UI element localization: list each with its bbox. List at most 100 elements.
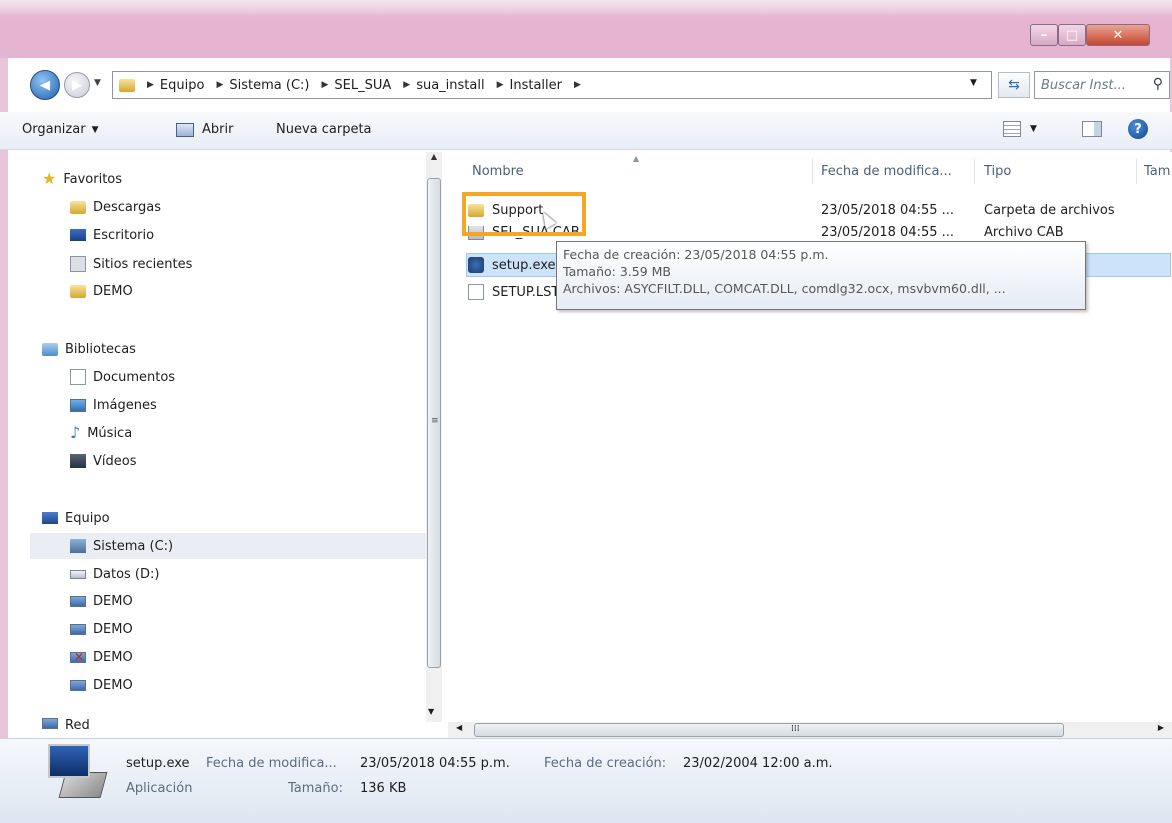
preview-pane-icon[interactable] [1082,121,1102,137]
file-list-horizontal-scrollbar[interactable]: ◀ ⁞⁞⁞ ▶ [448,722,1172,738]
chevron-right-icon[interactable]: ▶ [574,80,581,90]
nav-item-label: Música [87,425,133,441]
nav-item-descargas[interactable]: Descargas [70,196,161,218]
address-history-dropdown[interactable]: ▼ [970,78,977,88]
file-icon [468,284,484,300]
breadcrumb-installer[interactable]: Installer [510,78,562,93]
scroll-up-icon[interactable]: ▲ [426,152,442,168]
folder-icon [70,284,86,298]
new-folder-button[interactable]: Nueva carpeta [276,122,372,137]
nav-item-musica[interactable]: ♪ Música [70,422,132,444]
nav-item-label: DEMO [93,593,133,609]
file-name: Support [492,202,544,218]
back-button[interactable]: ◀ [30,70,60,100]
folder-icon [468,203,484,217]
nav-item-datos-d[interactable]: Datos (D:) [70,563,159,585]
tooltip-creation-date: Fecha de creación: 23/05/2018 04:55 p.m. [563,247,829,262]
scroll-left-icon[interactable]: ◀ [456,723,462,732]
nav-item-sistema-c[interactable]: Sistema (C:) [70,535,173,557]
file-row-sel-sua-cab[interactable]: SEL_SUA.CAB 23/05/2018 04:55 ... Archivo… [468,226,1158,240]
nav-item-demo-network-2[interactable]: DEMO [70,618,133,640]
breadcrumb-sua-install[interactable]: sua_install [416,78,484,93]
nav-pane-scrollbar[interactable]: ▲ ≡ [426,152,442,722]
nav-item-demo-favorite[interactable]: DEMO [70,280,133,302]
view-options-icon[interactable] [1003,121,1021,137]
scrollbar-grip-icon: ⁞⁞⁞ [791,724,800,734]
details-created-value: 23/02/2004 12:00 a.m. [683,756,833,771]
refresh-button[interactable]: ⇆ [998,72,1030,98]
maximize-button[interactable]: □ [1058,24,1086,46]
scrollbar-thumb[interactable]: ⁞⁞⁞ [474,723,1064,737]
title-bar[interactable] [0,0,1172,58]
nav-favorites[interactable]: ★ Favoritos [42,168,122,190]
open-button[interactable]: Abrir [176,122,233,137]
breadcrumb-sel-sua[interactable]: SEL_SUA [334,78,391,93]
nav-item-videos[interactable]: Vídeos [70,450,136,472]
setup-application-icon [48,744,108,802]
recent-places-icon [70,256,86,272]
organize-button[interactable]: Organizar ▼ [22,122,98,137]
network-drive-icon [70,623,86,635]
desktop-icon [70,229,86,241]
details-created-label: Fecha de creación: [544,756,667,771]
file-row-support[interactable]: Support 23/05/2018 04:55 ... Carpeta de … [468,198,1158,222]
chevron-down-icon: ▼ [91,124,99,135]
column-header-date[interactable]: Fecha de modifica... [821,160,952,182]
forward-button[interactable]: ▶ [64,72,90,98]
nav-item-label: Vídeos [93,453,137,469]
network-drive-icon [70,679,86,691]
file-type: Carpeta de archivos [984,202,1115,218]
nav-item-demo-network-1[interactable]: DEMO [70,590,133,612]
column-header-type[interactable]: Tipo [984,160,1011,182]
breadcrumb-equipo[interactable]: Equipo [160,78,205,93]
file-info-tooltip: Fecha de creación: 23/05/2018 04:55 p.m.… [556,241,1086,310]
chevron-right-icon[interactable]: ▶ [403,80,410,90]
column-header-size[interactable]: Tam [1144,160,1172,182]
organize-label: Organizar [22,122,86,137]
search-icon[interactable]: ⚲ [1153,76,1163,92]
view-options-dropdown[interactable]: ▼ [1030,124,1037,134]
address-bar[interactable]: ▶ Equipo ▶ Sistema (C:) ▶ SEL_SUA ▶ sua_… [112,71,992,99]
chevron-right-icon[interactable]: ▶ [216,80,223,90]
help-icon[interactable]: ? [1128,119,1148,139]
minimize-button[interactable]: – [1030,24,1058,46]
chevron-right-icon[interactable]: ▶ [497,80,504,90]
nav-item-documentos[interactable]: Documentos [70,366,175,388]
explorer-window: – □ ✕ ◀ ▶ ▼ ▶ Equipo ▶ Sistema (C:) ▶ SE… [0,0,1172,823]
nav-computer-label: Equipo [65,510,110,526]
maximize-icon: □ [1065,27,1079,43]
help-label: ? [1134,121,1142,137]
details-modified-label: Fecha de modifica... [206,756,337,771]
documents-icon [70,369,86,385]
network-drive-icon [70,595,86,607]
nav-libraries[interactable]: Bibliotecas [42,338,136,360]
search-placeholder: Buscar Inst... [1041,77,1126,93]
recent-pages-dropdown[interactable]: ▼ [94,78,101,88]
nav-item-sitios-recientes[interactable]: Sitios recientes [70,253,192,275]
nav-computer[interactable]: Equipo [42,507,110,529]
tooltip-files: Archivos: ASYCFILT.DLL, COMCAT.DLL, comd… [563,281,1006,296]
nav-item-imagenes[interactable]: Imágenes [70,394,157,416]
nav-item-demo-network-4[interactable]: DEMO [70,674,133,696]
nav-item-demo-network-3[interactable]: DEMO [70,646,133,668]
nav-item-label: Imágenes [93,397,157,413]
close-button[interactable]: ✕ [1086,24,1150,46]
scroll-right-icon[interactable]: ▶ [1158,723,1164,732]
nav-item-escritorio[interactable]: Escritorio [70,224,154,246]
chevron-right-icon[interactable]: ▶ [321,80,328,90]
chevron-right-icon[interactable]: ▶ [147,80,154,90]
file-list[interactable]: Nombre ▲ Fecha de modifica... Tipo Tam S… [448,152,1172,722]
sort-ascending-icon: ▲ [633,154,640,163]
music-icon: ♪ [70,423,81,442]
column-header-name[interactable]: Nombre [472,160,524,182]
nav-network[interactable]: Red [42,718,90,732]
column-separator[interactable] [974,158,975,184]
file-name: SEL_SUA.CAB [492,226,580,240]
scroll-down-icon[interactable]: ▼ [428,707,434,716]
details-size-value: 136 KB [360,781,407,796]
search-input[interactable]: Buscar Inst... ⚲ [1034,71,1170,99]
breadcrumb-sistema-c[interactable]: Sistema (C:) [229,78,309,93]
arrow-left-icon: ◀ [40,77,50,93]
column-separator[interactable] [1136,158,1137,184]
column-separator[interactable] [812,158,813,184]
